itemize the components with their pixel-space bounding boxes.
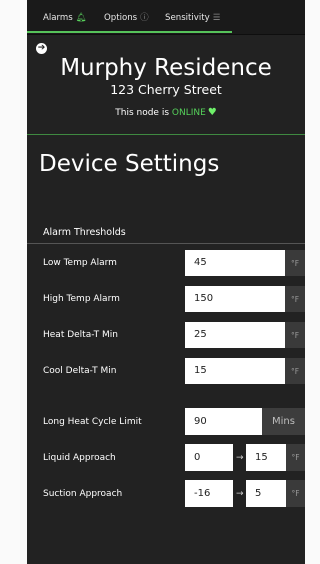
tab-alarms[interactable]: Alarms 🔔︎ xyxy=(43,13,87,23)
low-temp-alarm-input[interactable]: 45 xyxy=(185,250,285,276)
status-badge: ONLINE xyxy=(171,108,206,118)
low-temp-alarm-label: Low Temp Alarm xyxy=(43,258,117,268)
heat-delta-t-min-input[interactable]: 25 xyxy=(185,322,285,348)
tab-options[interactable]: Options ⓘ xyxy=(104,13,149,23)
suction-approach-to-input[interactable]: 5 xyxy=(246,480,286,507)
tab-alarms-label: Alarms xyxy=(43,13,73,23)
heat-delta-unit: °F xyxy=(285,322,305,348)
suction-approach-from-input[interactable]: -16 xyxy=(185,480,233,507)
suction-approach-unit: °F xyxy=(286,480,305,507)
long-heat-unit: Mins xyxy=(262,408,305,435)
node-status: This node is ONLINE ♥ xyxy=(27,107,305,119)
high-temp-alarm-label: High Temp Alarm xyxy=(43,294,120,304)
tab-sensitivity-label: Sensitivity xyxy=(165,13,210,23)
section-heading-alarm-thresholds: Alarm Thresholds xyxy=(43,227,126,238)
low-temp-unit: °F xyxy=(285,250,305,276)
sliders-icon: ☰ xyxy=(212,13,221,23)
arrow-right-icon: → xyxy=(236,489,244,499)
high-temp-alarm-input[interactable]: 150 xyxy=(185,286,285,312)
cool-delta-t-min-input[interactable]: 15 xyxy=(185,358,285,384)
long-heat-cycle-limit-input[interactable]: 90 xyxy=(185,408,262,435)
back-arrow-icon[interactable]: ➔ xyxy=(36,43,47,54)
page-title: Device Settings xyxy=(39,151,220,177)
liquid-approach-to-input[interactable]: 15 xyxy=(246,444,286,471)
help-circle-icon: ⓘ xyxy=(140,13,149,23)
cool-delta-unit: °F xyxy=(285,358,305,384)
arrow-right-icon: → xyxy=(236,453,244,463)
tab-sensitivity[interactable]: Sensitivity ☰ xyxy=(165,13,220,23)
status-prefix: This node is xyxy=(115,108,172,118)
high-temp-unit: °F xyxy=(285,286,305,312)
bell-icon: 🔔︎ xyxy=(75,13,87,23)
site-address: 123 Cherry Street xyxy=(110,82,222,97)
active-nav-underline xyxy=(27,31,232,33)
liquid-approach-label: Liquid Approach xyxy=(43,453,116,463)
site-title: Murphy Residence xyxy=(60,55,272,81)
device-settings-panel: Alarms 🔔︎ Options ⓘ Sensitivity ☰ ➔ Murphy … xyxy=(27,0,305,564)
top-nav: Alarms 🔔︎ Options ⓘ Sensitivity ☰ xyxy=(27,0,305,35)
long-heat-cycle-limit-label: Long Heat Cycle Limit xyxy=(43,417,142,427)
heat-delta-t-min-label: Heat Delta-T Min xyxy=(43,330,118,340)
tab-options-label: Options xyxy=(104,13,138,23)
liquid-approach-unit: °F xyxy=(286,444,305,471)
suction-approach-label: Suction Approach xyxy=(43,489,123,499)
heart-icon: ♥ xyxy=(207,107,217,118)
cool-delta-t-min-label: Cool Delta-T Min xyxy=(43,366,117,376)
liquid-approach-from-input[interactable]: 0 xyxy=(185,444,233,471)
header-divider xyxy=(27,134,305,135)
section-divider xyxy=(27,243,305,244)
